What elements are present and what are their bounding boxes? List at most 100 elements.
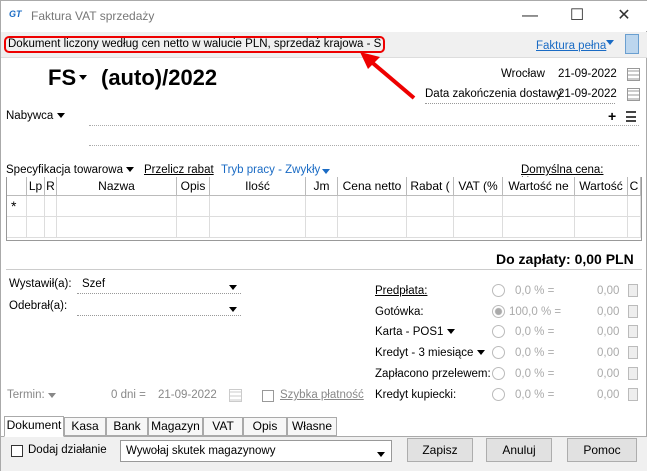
grid-header-value[interactable]: Wartość bbox=[575, 177, 628, 196]
tab-warehouse[interactable]: Magazyn bbox=[148, 417, 203, 436]
grid-header-unit[interactable]: Jm bbox=[306, 177, 338, 196]
issue-date-field[interactable]: 21-09-2022 bbox=[558, 68, 617, 80]
issued-by-value: Szef bbox=[82, 278, 106, 290]
document-number[interactable]: (auto)/2022 bbox=[101, 65, 217, 91]
invoice-mode-dropdown[interactable]: Faktura pełna bbox=[536, 38, 614, 52]
tab-cash[interactable]: Kasa bbox=[64, 417, 106, 436]
list-icon[interactable] bbox=[626, 111, 636, 122]
prepayment-percent[interactable]: 0,0 % = bbox=[515, 285, 554, 297]
chevron-down-icon bbox=[377, 449, 385, 461]
card-percent[interactable]: 0,0 % = bbox=[515, 326, 554, 338]
grid-header-desc[interactable]: Opis bbox=[177, 177, 210, 196]
grid-header-vat[interactable]: VAT (% bbox=[454, 177, 503, 196]
quick-payment-label[interactable]: Szybka płatność bbox=[280, 389, 364, 401]
buyer-name-field[interactable] bbox=[89, 125, 639, 126]
credit-dropdown[interactable]: Kredyt - 3 miesiące bbox=[375, 347, 485, 359]
term-dropdown[interactable]: Termin: bbox=[7, 389, 56, 401]
tab-description[interactable]: Opis bbox=[243, 417, 287, 436]
cash-radio[interactable] bbox=[492, 305, 505, 318]
prepayment-amount[interactable]: 0,00 bbox=[597, 285, 619, 297]
grid-header-net-value[interactable]: Wartość ne bbox=[503, 177, 575, 196]
trade-credit-amount[interactable]: 0,00 bbox=[597, 389, 619, 401]
credit-amount[interactable]: 0,00 bbox=[597, 347, 619, 359]
grid-header-net-price[interactable]: Cena netto bbox=[338, 177, 407, 196]
place-field[interactable]: Wrocław bbox=[501, 68, 545, 80]
chevron-down-icon bbox=[229, 304, 237, 316]
credit-label[interactable]: Kredyt - 3 miesiące bbox=[375, 347, 473, 359]
calculator-icon[interactable] bbox=[628, 305, 638, 318]
action-select[interactable]: Wywołaj skutek magazynowy bbox=[120, 440, 392, 462]
cancel-button[interactable]: Anuluj bbox=[486, 438, 552, 462]
buyer-dropdown[interactable]: Nabywca bbox=[6, 110, 65, 122]
save-button[interactable]: Zapisz bbox=[407, 438, 473, 462]
calendar-icon[interactable] bbox=[229, 389, 242, 402]
work-mode-dropdown[interactable]: Tryb pracy - Zwykły bbox=[221, 164, 330, 176]
calculator-icon[interactable] bbox=[628, 388, 638, 401]
table-row-new-marker[interactable]: * bbox=[7, 196, 27, 217]
work-mode-label[interactable]: Tryb pracy - Zwykły bbox=[221, 164, 320, 176]
tab-document[interactable]: Dokument bbox=[4, 416, 64, 437]
grid-header-qty[interactable]: Ilość bbox=[210, 177, 306, 196]
chevron-down-icon bbox=[48, 393, 56, 398]
spec-label[interactable]: Specyfikacja towarowa bbox=[6, 164, 123, 176]
add-action-checkbox[interactable] bbox=[11, 445, 23, 457]
close-button[interactable]: ✕ bbox=[604, 4, 644, 28]
action-select-value: Wywołaj skutek magazynowy bbox=[126, 445, 276, 457]
card-radio[interactable] bbox=[492, 325, 505, 338]
grid-header-lp[interactable]: Lp bbox=[27, 177, 45, 196]
calculator-icon[interactable] bbox=[628, 325, 638, 338]
term-label[interactable]: Termin: bbox=[7, 389, 45, 401]
buyer-label[interactable]: Nabywca bbox=[6, 110, 53, 122]
term-days-field[interactable]: 0 dni = bbox=[111, 389, 146, 401]
document-type[interactable]: FS bbox=[48, 65, 76, 91]
chevron-down-icon bbox=[446, 329, 455, 335]
calculator-icon[interactable] bbox=[628, 346, 638, 359]
card-amount[interactable]: 0,00 bbox=[597, 326, 619, 338]
tab-bank[interactable]: Bank bbox=[106, 417, 148, 436]
spec-dropdown[interactable]: Specyfikacja towarowa bbox=[6, 164, 135, 176]
calculator-icon[interactable] bbox=[628, 367, 638, 380]
cash-amount[interactable]: 0,00 bbox=[597, 306, 619, 318]
prepayment-label[interactable]: Predpłata: bbox=[375, 285, 427, 297]
minimize-button[interactable]: — bbox=[510, 4, 550, 28]
chevron-down-icon bbox=[126, 167, 135, 173]
transfer-percent[interactable]: 0,0 % = bbox=[515, 368, 554, 380]
trade-credit-percent[interactable]: 0,0 % = bbox=[515, 389, 554, 401]
grid-header-name[interactable]: Nazwa bbox=[57, 177, 177, 196]
add-buyer-icon[interactable]: + bbox=[608, 108, 616, 124]
issued-by-combo[interactable]: Szef bbox=[77, 276, 241, 294]
transfer-radio[interactable] bbox=[492, 367, 505, 380]
credit-radio[interactable] bbox=[492, 346, 505, 359]
maximize-button[interactable]: ☐ bbox=[557, 4, 597, 28]
transfer-amount[interactable]: 0,00 bbox=[597, 368, 619, 380]
grid-header-c[interactable]: C bbox=[628, 177, 641, 196]
help-button[interactable]: Pomoc bbox=[567, 438, 637, 462]
grid-header-discount[interactable]: Rabat ( bbox=[407, 177, 454, 196]
quick-payment-checkbox[interactable] bbox=[262, 390, 274, 402]
card-dropdown[interactable]: Karta - POS1 bbox=[375, 326, 455, 338]
received-by-combo[interactable] bbox=[77, 298, 241, 316]
grid-header-r[interactable]: R bbox=[45, 177, 57, 196]
tab-vat[interactable]: VAT bbox=[203, 417, 243, 436]
invoice-mode-label[interactable]: Faktura pełna bbox=[536, 40, 606, 52]
document-icon[interactable] bbox=[625, 34, 639, 54]
trade-credit-radio[interactable] bbox=[492, 388, 505, 401]
calendar-icon[interactable] bbox=[627, 68, 640, 81]
chevron-down-icon bbox=[56, 113, 65, 119]
delivery-date-field[interactable]: 21-09-2022 bbox=[558, 88, 617, 100]
tab-custom[interactable]: Własne bbox=[287, 417, 337, 436]
prepayment-radio[interactable] bbox=[492, 284, 505, 297]
card-label[interactable]: Karta - POS1 bbox=[375, 326, 443, 338]
calculator-icon[interactable] bbox=[628, 284, 638, 297]
chevron-down-icon bbox=[229, 282, 237, 294]
buyer-address-field[interactable] bbox=[89, 145, 639, 146]
app-logo-icon: GT bbox=[9, 9, 22, 19]
credit-percent[interactable]: 0,0 % = bbox=[515, 347, 554, 359]
recalc-discount-link[interactable]: Przelicz rabat bbox=[144, 164, 214, 176]
cash-percent[interactable]: 100,0 % = bbox=[509, 306, 561, 318]
grid-header[interactable] bbox=[7, 177, 27, 196]
calendar-icon[interactable] bbox=[627, 88, 640, 101]
total-to-pay: Do zapłaty: 0,00 PLN bbox=[496, 251, 634, 267]
chevron-down-icon[interactable] bbox=[79, 75, 87, 80]
term-date-field[interactable]: 21-09-2022 bbox=[158, 389, 217, 401]
